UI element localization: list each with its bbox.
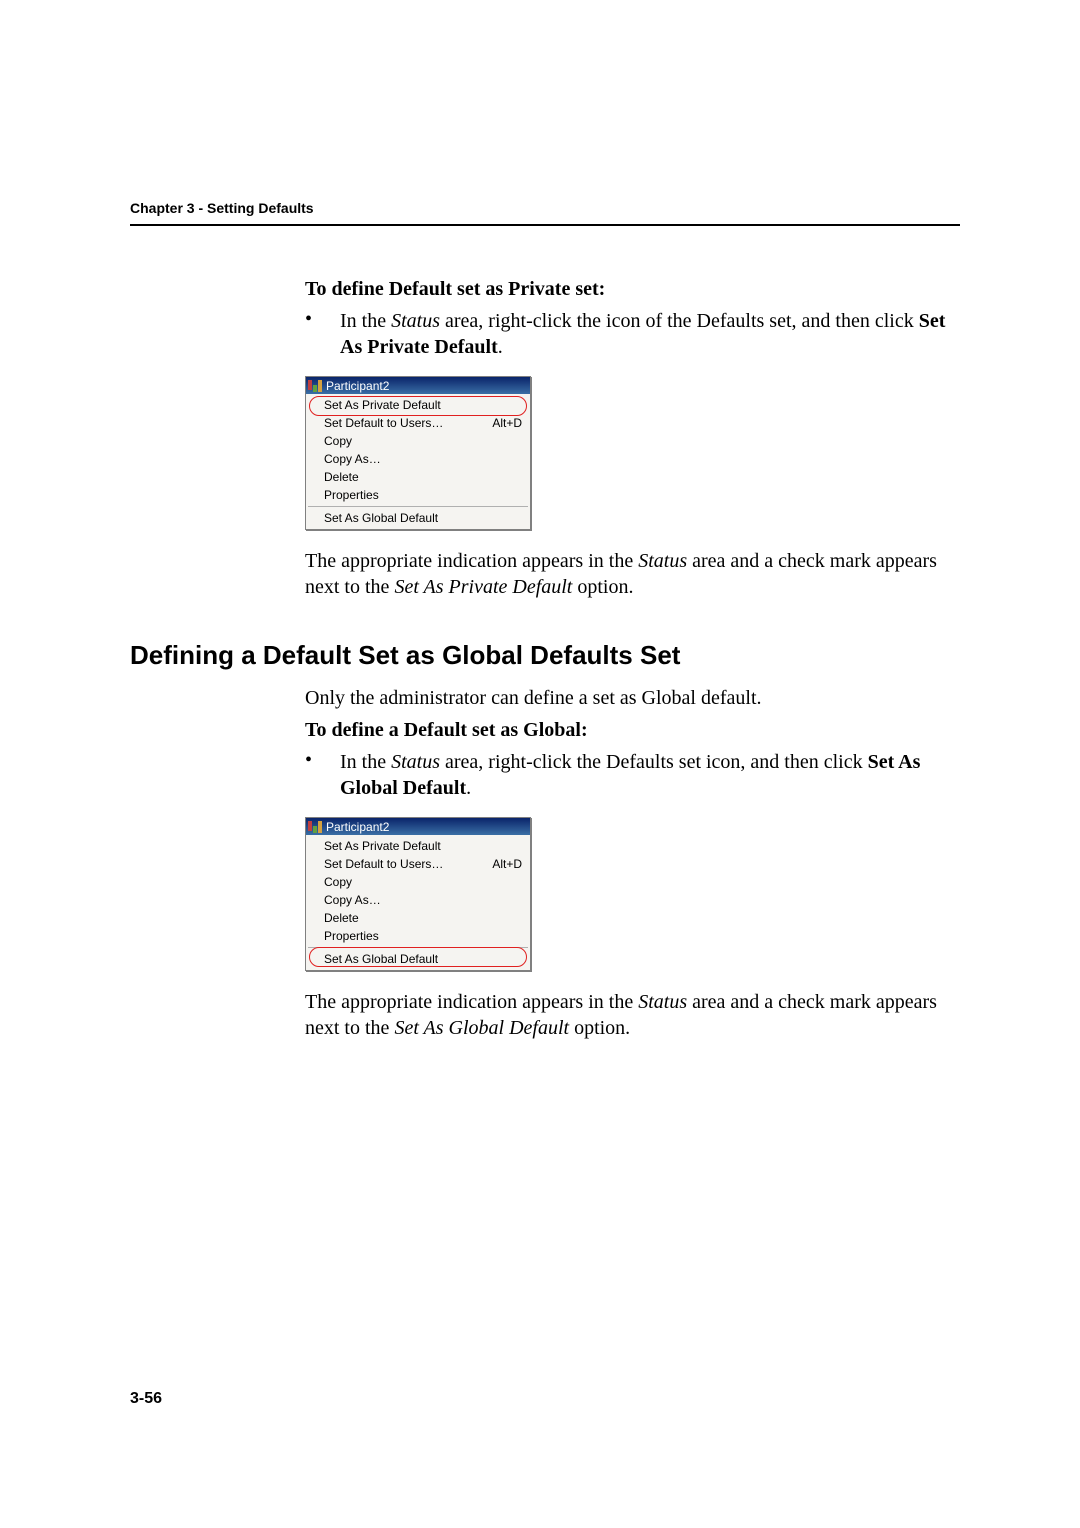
menu-item-delete[interactable]: Delete xyxy=(306,909,530,927)
t: area, right-click the Defaults set icon,… xyxy=(440,751,868,773)
menu-item-set-users[interactable]: Set Default to Users… Alt+D xyxy=(306,414,530,432)
t: Delete xyxy=(324,911,359,925)
section-private: To define Default set as Private set: • … xyxy=(305,276,960,600)
bullet-global: • In the Status area, right-click the De… xyxy=(305,749,960,801)
t: Set Default to Users… xyxy=(324,416,443,430)
menu-titlebar: Participant2 xyxy=(306,377,530,394)
t: Copy As… xyxy=(324,893,381,907)
bullet-global-text: In the Status area, right-click the Defa… xyxy=(340,749,960,801)
lead-global: To define a Default set as Global: xyxy=(305,717,960,743)
t: Set As Global Default xyxy=(394,1017,569,1039)
menu-item-set-global[interactable]: Set As Global Default xyxy=(306,509,530,527)
accel: Alt+D xyxy=(492,857,522,871)
t: Copy xyxy=(324,875,352,889)
participant-icon xyxy=(308,821,322,833)
menu-separator xyxy=(308,506,528,507)
menu-item-set-global[interactable]: Set As Global Default xyxy=(306,950,530,968)
t: Set As Private Default xyxy=(394,576,572,598)
menu-body: Set As Private Default Set Default to Us… xyxy=(306,835,530,970)
menu-item-set-private[interactable]: Set As Private Default xyxy=(306,837,530,855)
t: The appropriate indication appears in th… xyxy=(305,550,638,572)
page-number: 3-56 xyxy=(130,1390,162,1408)
t: Properties xyxy=(324,929,379,943)
t: Properties xyxy=(324,488,379,502)
running-header: Chapter 3 - Setting Defaults xyxy=(130,200,960,216)
t: option. xyxy=(569,1017,630,1039)
menu-item-copy-as[interactable]: Copy As… xyxy=(306,450,530,468)
intro-global: Only the administrator can define a set … xyxy=(305,685,960,711)
menu-item-delete[interactable]: Delete xyxy=(306,468,530,486)
menu-titlebar: Participant2 xyxy=(306,818,530,835)
participant-icon xyxy=(308,380,322,392)
menu-item-copy[interactable]: Copy xyxy=(306,432,530,450)
menu-body: Set As Private Default Set Default to Us… xyxy=(306,394,530,529)
t: In the xyxy=(340,751,391,773)
menu-item-set-users[interactable]: Set Default to Users… Alt+D xyxy=(306,855,530,873)
status-word: Status xyxy=(391,751,440,773)
menu-item-set-private[interactable]: Set As Private Default xyxy=(306,396,530,414)
context-menu-figure-2: Participant2 Set As Private Default Set … xyxy=(305,817,531,971)
t: Delete xyxy=(324,470,359,484)
t: Set As Global Default xyxy=(324,511,438,525)
t: option. xyxy=(572,576,633,598)
menu-item-copy-as[interactable]: Copy As… xyxy=(306,891,530,909)
status-word: Status xyxy=(638,991,687,1013)
menu-item-properties[interactable]: Properties xyxy=(306,927,530,945)
t: . xyxy=(466,777,471,799)
t: Copy xyxy=(324,434,352,448)
t: Set As Private Default xyxy=(324,839,441,853)
menu-item-copy[interactable]: Copy xyxy=(306,873,530,891)
heading-global: Defining a Default Set as Global Default… xyxy=(130,640,960,671)
bullet-dot-icon: • xyxy=(305,749,340,801)
menu-title: Participant2 xyxy=(326,379,389,393)
section-global: Only the administrator can define a set … xyxy=(305,685,960,1041)
status-word: Status xyxy=(391,310,440,332)
t: Set Default to Users… xyxy=(324,857,443,871)
t: The appropriate indication appears in th… xyxy=(305,991,638,1013)
bullet-private: • In the Status area, right-click the ic… xyxy=(305,308,960,360)
page: Chapter 3 - Setting Defaults To define D… xyxy=(0,0,1080,1528)
context-menu-figure-1: Participant2 Set As Private Default Set … xyxy=(305,376,531,530)
menu-separator xyxy=(308,947,528,948)
t: area, right-click the icon of the Defaul… xyxy=(440,310,919,332)
t: Set As Private Default xyxy=(324,398,441,412)
t: Set As Global Default xyxy=(324,952,438,966)
lead-private: To define Default set as Private set: xyxy=(305,276,960,302)
menu-item-properties[interactable]: Properties xyxy=(306,486,530,504)
header-rule xyxy=(130,224,960,226)
bullet-private-text: In the Status area, right-click the icon… xyxy=(340,308,960,360)
result-global: The appropriate indication appears in th… xyxy=(305,989,960,1041)
menu-title: Participant2 xyxy=(326,820,389,834)
t: In the xyxy=(340,310,391,332)
t: Copy As… xyxy=(324,452,381,466)
bullet-dot-icon: • xyxy=(305,308,340,360)
result-private: The appropriate indication appears in th… xyxy=(305,548,960,600)
status-word: Status xyxy=(638,550,687,572)
accel: Alt+D xyxy=(492,416,522,430)
t: . xyxy=(498,336,503,358)
